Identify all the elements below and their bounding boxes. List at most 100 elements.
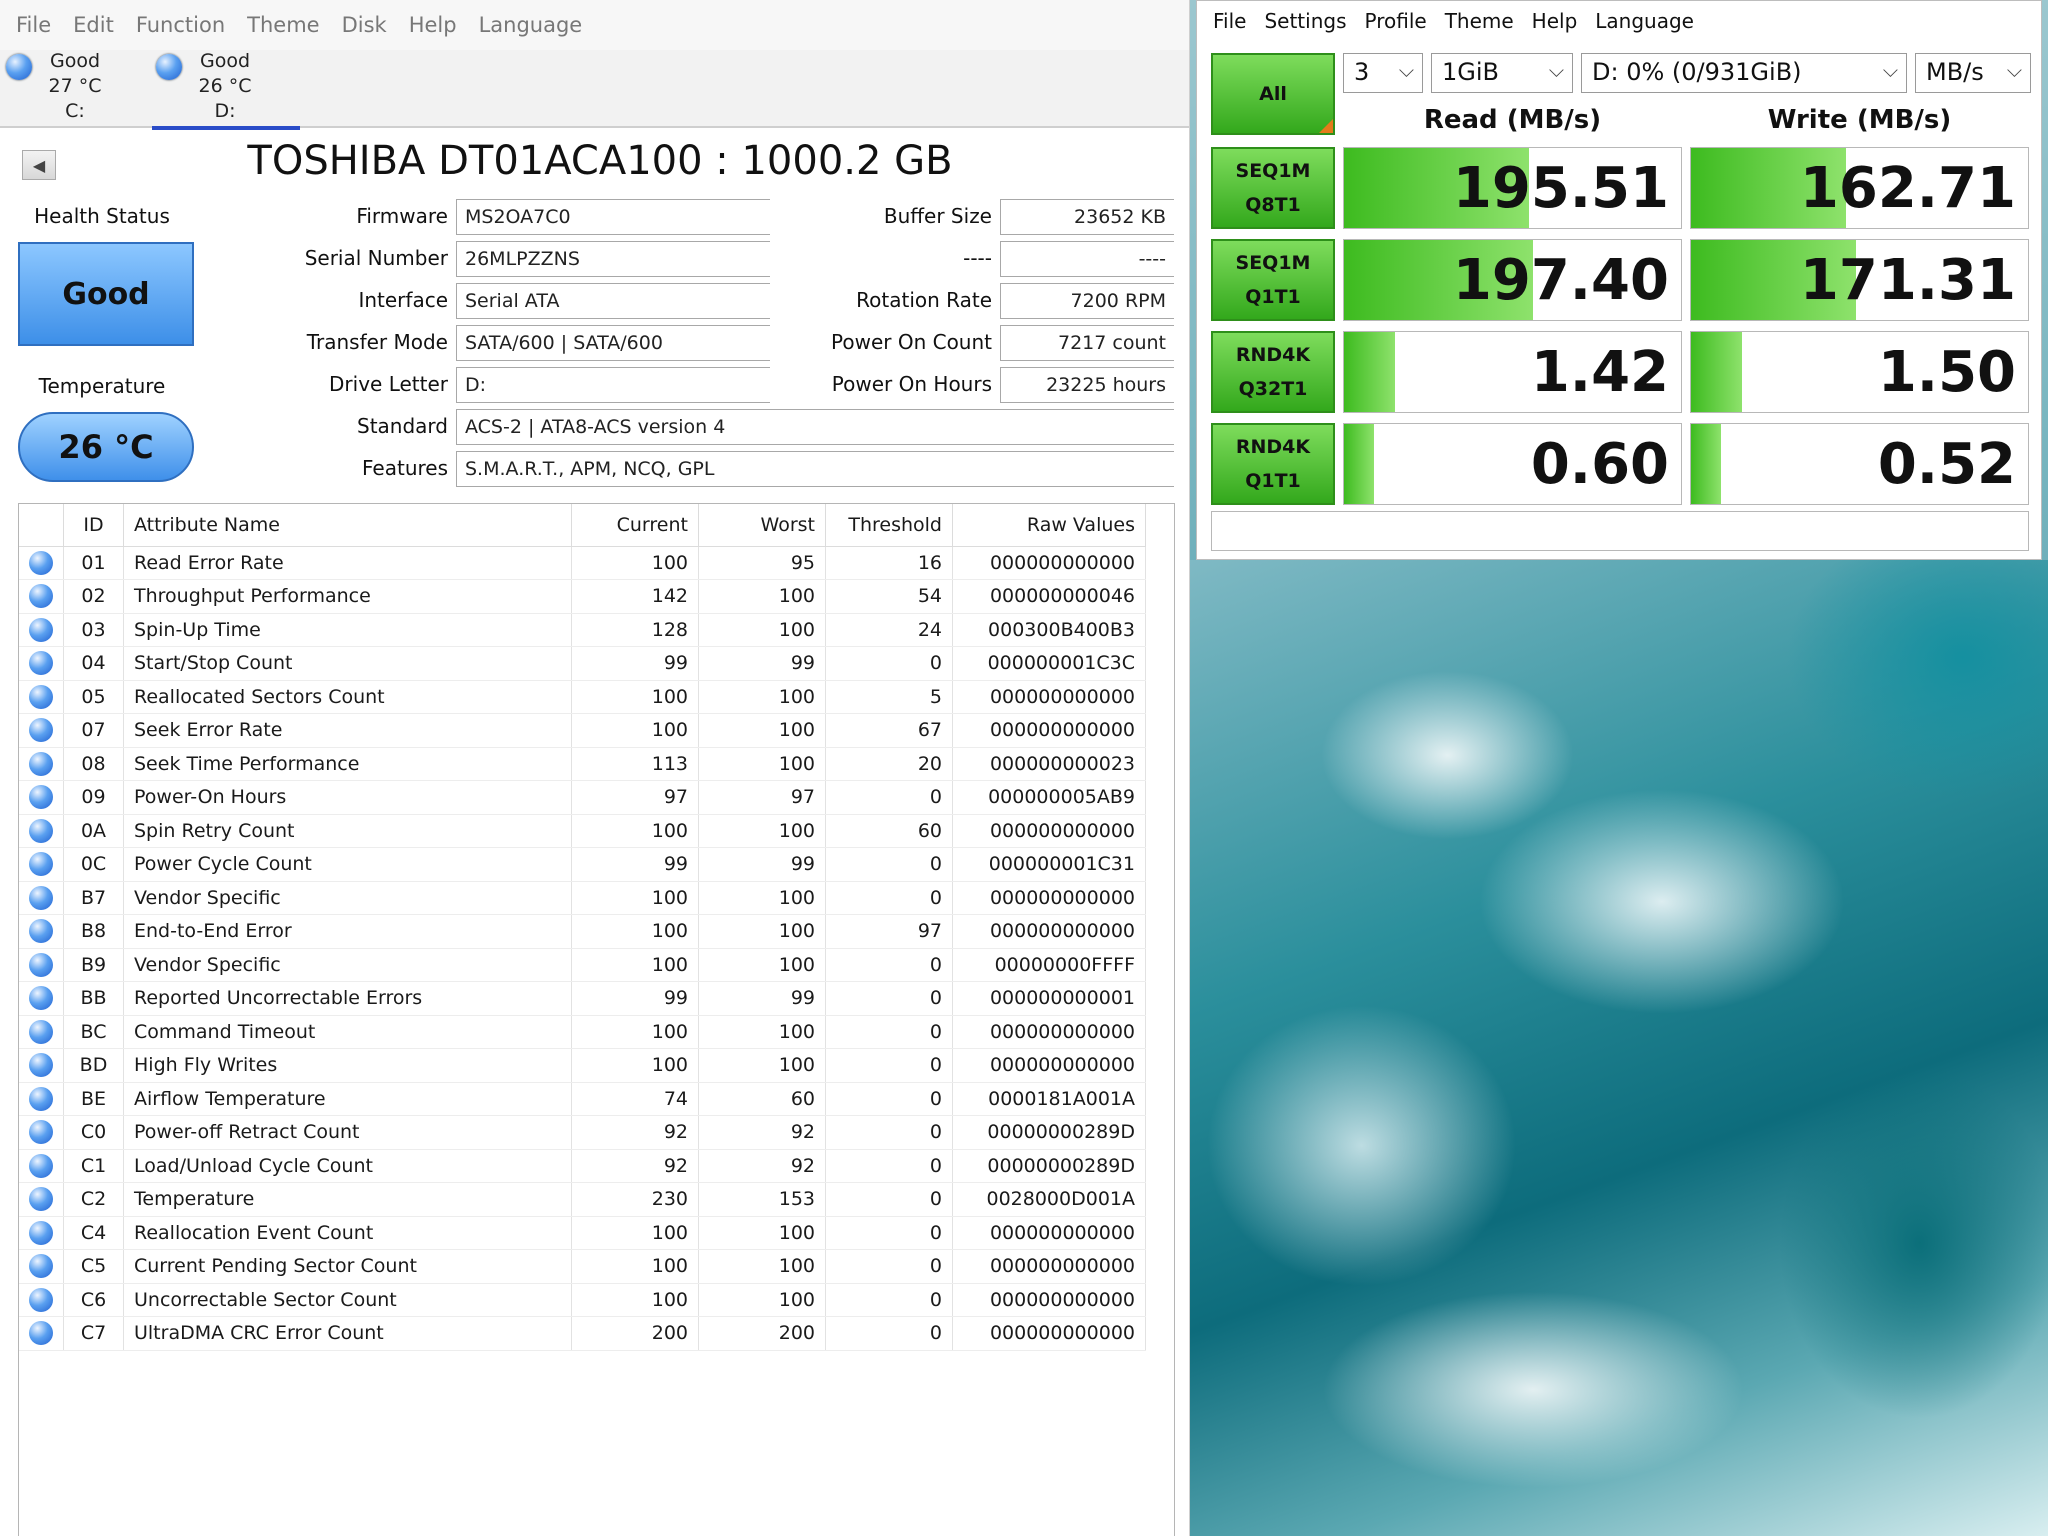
attr-name: Seek Error Rate: [123, 713, 572, 748]
test-2-button[interactable]: RND4K Q32T1: [1211, 331, 1335, 413]
previous-disk-button[interactable]: ◀: [22, 150, 56, 180]
drive-status: Good: [49, 50, 101, 72]
write-speed-value: 162.71: [1799, 156, 2016, 221]
standard-value: ACS-2 | ATA8-ACS version 4: [456, 409, 1174, 445]
menu-help[interactable]: Help: [409, 13, 457, 37]
temperature-label: Temperature: [38, 374, 166, 398]
health-dot-icon: [29, 852, 53, 877]
comment-field[interactable]: [1211, 511, 2029, 551]
attr-current: 230: [571, 1182, 699, 1217]
table-row[interactable]: B9 Vendor Specific 100 100 0 00000000FFFF: [19, 948, 1146, 982]
menu-disk[interactable]: Disk: [342, 13, 387, 37]
table-row[interactable]: C4 Reallocation Event Count 100 100 0 0000000…: [19, 1216, 1146, 1250]
table-row[interactable]: 02 Throughput Performance 142 100 54 00000000…: [19, 579, 1146, 614]
menu-theme[interactable]: Theme: [247, 13, 319, 37]
rotation-rate-label: Rotation Rate: [856, 288, 992, 312]
column-header-threshold[interactable]: Threshold: [825, 504, 953, 547]
chevron-down-icon: ⌵: [2006, 58, 2022, 82]
status-cell: [19, 1149, 64, 1183]
table-row[interactable]: C2 Temperature 230 153 0 0028000D001A: [19, 1182, 1146, 1217]
menu-language[interactable]: Language: [479, 13, 583, 37]
test-1-button[interactable]: SEQ1M Q1T1: [1211, 239, 1335, 321]
attr-current: 113: [571, 747, 699, 781]
menu-profile[interactable]: Profile: [1365, 9, 1427, 33]
chevron-down-icon: ⌵: [1548, 58, 1564, 82]
table-row[interactable]: C6 Uncorrectable Sector Count 100 100 0 00000…: [19, 1283, 1146, 1317]
column-header-worst[interactable]: Worst: [698, 504, 826, 547]
table-row[interactable]: BC Command Timeout 100 100 0 000000000000: [19, 1015, 1146, 1049]
firmware-value: MS2OA7C0: [456, 199, 770, 235]
table-row[interactable]: C5 Current Pending Sector Count 100 100 0 000…: [19, 1249, 1146, 1284]
table-row[interactable]: 0C Power Cycle Count 99 99 0 000000001C31: [19, 847, 1146, 882]
column-header-raw-values[interactable]: Raw Values: [952, 504, 1146, 547]
health-dot-icon: [29, 1120, 53, 1145]
menu-edit[interactable]: Edit: [73, 13, 114, 37]
drive-letter: C:: [65, 100, 85, 122]
table-row[interactable]: 07 Seek Error Rate 100 100 67 000000000000: [19, 713, 1146, 748]
health-dot-icon: [29, 919, 53, 944]
attr-raw-value: 000300B400B3: [952, 613, 1146, 647]
drive-tab-c[interactable]: Good 27 °C C:: [0, 50, 150, 128]
menu-settings[interactable]: Settings: [1264, 9, 1346, 33]
column-header-current[interactable]: Current: [571, 504, 699, 547]
health-dot-icon: [29, 885, 53, 910]
table-row[interactable]: BB Reported Uncorrectable Errors 99 99 0 0000…: [19, 981, 1146, 1016]
write-result-1: 171.31: [1690, 239, 2029, 321]
table-row[interactable]: B8 End-to-End Error 100 100 97 000000000000: [19, 914, 1146, 949]
drive-tab-d[interactable]: Good 26 °C D:: [150, 50, 300, 130]
table-row[interactable]: C1 Load/Unload Cycle Count 92 92 0 0000000028…: [19, 1149, 1146, 1183]
column-header-attribute-name[interactable]: Attribute Name: [123, 504, 572, 547]
attr-raw-value: 000000000023: [952, 747, 1146, 781]
health-dot-icon: [29, 952, 53, 977]
attr-current: 97: [571, 780, 699, 815]
table-row[interactable]: 04 Start/Stop Count 99 99 0 000000001C3C: [19, 646, 1146, 681]
table-row[interactable]: 05 Reallocated Sectors Count 100 100 5 000000…: [19, 680, 1146, 714]
health-dot-icon: [29, 1086, 53, 1111]
test-count-select[interactable]: 3 ⌵: [1343, 53, 1423, 93]
attr-threshold: 0: [825, 1283, 953, 1317]
table-row[interactable]: 09 Power-On Hours 97 97 0 000000005AB9: [19, 780, 1146, 815]
attr-raw-value: 000000000000: [952, 1216, 1146, 1250]
table-row[interactable]: C0 Power-off Retract Count 92 92 0 0000000028…: [19, 1115, 1146, 1150]
run-all-button[interactable]: All: [1211, 53, 1335, 135]
menu-help[interactable]: Help: [1532, 9, 1578, 33]
table-row[interactable]: 03 Spin-Up Time 128 100 24 000300B400B3: [19, 613, 1146, 647]
test-queue-threads: Q1T1: [1245, 286, 1301, 308]
serial-label: Serial Number: [304, 246, 448, 270]
health-status-button[interactable]: Good: [18, 242, 194, 346]
attr-raw-value: 0000181A001A: [952, 1082, 1146, 1116]
table-row[interactable]: 01 Read Error Rate 100 95 16 000000000000: [19, 546, 1146, 580]
health-dot-icon: [29, 1153, 53, 1178]
table-row[interactable]: C7 UltraDMA CRC Error Count 200 200 0 0000000…: [19, 1316, 1146, 1351]
menu-theme[interactable]: Theme: [1445, 9, 1514, 33]
health-dot-icon: [29, 818, 53, 843]
temperature-button[interactable]: 26 °C: [18, 412, 194, 482]
test-size-select[interactable]: 1GiB ⌵: [1431, 53, 1573, 93]
table-row[interactable]: BE Airflow Temperature 74 60 0 0000181A001A: [19, 1082, 1146, 1116]
status-cell: [19, 948, 64, 982]
transfer-mode-value: SATA/600 | SATA/600: [456, 325, 770, 361]
table-row[interactable]: 08 Seek Time Performance 113 100 20 000000000…: [19, 747, 1146, 781]
attr-worst: 100: [698, 814, 826, 848]
test-3-button[interactable]: RND4K Q1T1: [1211, 423, 1335, 505]
attr-raw-value: 000000000000: [952, 680, 1146, 714]
menu-function[interactable]: Function: [136, 13, 225, 37]
menu-language[interactable]: Language: [1595, 9, 1694, 33]
unit-select[interactable]: MB/s ⌵: [1915, 53, 2031, 93]
read-speed-value: 195.51: [1452, 156, 1669, 221]
test-0-button[interactable]: SEQ1M Q8T1: [1211, 147, 1335, 229]
attr-worst: 100: [698, 579, 826, 614]
attr-id: BC: [63, 1015, 124, 1049]
menu-file[interactable]: File: [1213, 9, 1246, 33]
menu-file[interactable]: File: [16, 13, 51, 37]
table-row[interactable]: BD High Fly Writes 100 100 0 000000000000: [19, 1048, 1146, 1083]
target-drive-select[interactable]: D: 0% (0/931GiB) ⌵: [1581, 53, 1907, 93]
attr-name: Load/Unload Cycle Count: [123, 1149, 572, 1183]
attr-name: Power Cycle Count: [123, 847, 572, 882]
column-header-id[interactable]: ID: [63, 504, 124, 547]
attr-raw-value: 000000000000: [952, 914, 1146, 949]
table-row[interactable]: 0A Spin Retry Count 100 100 60 000000000000: [19, 814, 1146, 848]
drive-letter: D:: [214, 100, 236, 122]
table-header-row: ID Attribute Name Current Worst Threshol…: [19, 504, 1146, 547]
table-row[interactable]: B7 Vendor Specific 100 100 0 000000000000: [19, 881, 1146, 915]
